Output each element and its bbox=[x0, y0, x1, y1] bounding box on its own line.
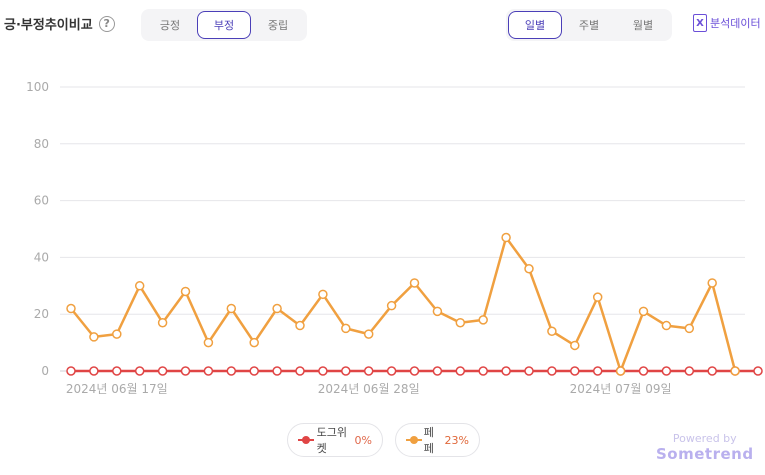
trend-line-chart: 0 20 40 60 80 100 2024년 06월 17일 2024년 06월 28일 20… bbox=[26, 80, 763, 396]
series-0-point-17[interactable] bbox=[455, 366, 466, 376]
export-data-label: 분석데이터 bbox=[710, 17, 761, 30]
excel-icon: X bbox=[693, 14, 707, 32]
series-0-point-10[interactable] bbox=[295, 366, 305, 376]
powered-by-text: Powered by bbox=[672, 432, 737, 445]
series-1-point-18[interactable] bbox=[478, 315, 488, 325]
series-1-point-2[interactable] bbox=[112, 329, 122, 339]
series-1-point-25[interactable] bbox=[638, 306, 649, 317]
series-0-point-28[interactable] bbox=[707, 366, 717, 376]
series-1-point-29[interactable] bbox=[730, 366, 740, 376]
series-1-point-16[interactable] bbox=[432, 306, 443, 317]
series-0-point-22[interactable] bbox=[570, 366, 580, 376]
chart-title: 긍·부정추이비교 ? bbox=[4, 14, 115, 33]
legend-label-pepe: 페페 bbox=[423, 426, 434, 455]
series-0-point-16[interactable] bbox=[432, 366, 443, 376]
y-tick-label-40: 40 bbox=[34, 250, 49, 264]
legend-marker-dogwicket bbox=[298, 435, 314, 445]
y-tick-label-60: 60 bbox=[34, 194, 49, 208]
series-0-point-7[interactable] bbox=[226, 366, 237, 376]
series-0-point-8[interactable] bbox=[249, 366, 259, 376]
series-1-point-0[interactable] bbox=[66, 303, 76, 314]
series-0-point-20[interactable] bbox=[524, 366, 534, 376]
series-1-point-14[interactable] bbox=[386, 300, 397, 311]
series-1-point-19[interactable] bbox=[501, 232, 511, 243]
tab-neutral[interactable]: 중립 bbox=[251, 11, 305, 39]
series-0-point-4[interactable] bbox=[157, 366, 168, 376]
series-0-point-15[interactable] bbox=[409, 366, 420, 376]
legend-item-pepe[interactable]: 페페 23% bbox=[395, 423, 480, 457]
series-0-point-5[interactable] bbox=[180, 366, 191, 376]
sometrend-logo: Sometrend bbox=[656, 445, 754, 463]
series-0-point-19[interactable] bbox=[501, 366, 511, 376]
series-0-point-30[interactable] bbox=[753, 366, 763, 376]
export-data-button[interactable]: X 분석데이터 bbox=[693, 14, 761, 32]
series-1-point-24[interactable] bbox=[615, 366, 626, 376]
series-1-point-6[interactable] bbox=[203, 337, 214, 348]
series-1-point-3[interactable] bbox=[134, 281, 145, 291]
series-0-point-12[interactable] bbox=[341, 366, 351, 376]
chart-title-text: 긍·부정추이비교 bbox=[4, 18, 93, 33]
powered-by-logo: Powered by Sometrend bbox=[656, 432, 754, 463]
series-1-point-4[interactable] bbox=[157, 317, 168, 328]
y-tick-label-0: 0 bbox=[41, 364, 49, 378]
series-1-point-17[interactable] bbox=[455, 317, 466, 328]
series-0-point-25[interactable] bbox=[638, 366, 649, 376]
sentiment-tab-group: 긍정 부정 중립 bbox=[141, 9, 307, 41]
series-1-point-22[interactable] bbox=[570, 340, 580, 351]
period-tab-group: 일별 주별 월별 bbox=[506, 9, 672, 41]
series-1-point-13[interactable] bbox=[363, 329, 374, 339]
y-tick-label-20: 20 bbox=[34, 307, 49, 321]
tab-daily[interactable]: 일별 bbox=[508, 11, 562, 39]
x-tick-label-1: 2024년 06월 28일 bbox=[318, 382, 420, 396]
series-0-point-3[interactable] bbox=[134, 366, 145, 376]
series-0-point-18[interactable] bbox=[478, 366, 488, 376]
legend-marker-pepe bbox=[406, 435, 422, 445]
legend-item-dogwicket[interactable]: 도그위켓 0% bbox=[287, 423, 383, 457]
series-0-point-1[interactable] bbox=[89, 366, 99, 376]
series-1-point-23[interactable] bbox=[592, 292, 603, 302]
legend-label-dogwicket: 도그위켓 bbox=[316, 426, 347, 455]
series-0-point-11[interactable] bbox=[318, 366, 328, 376]
series-1-point-9[interactable] bbox=[272, 303, 282, 314]
series-1-point-8[interactable] bbox=[249, 337, 259, 348]
series-0-point-21[interactable] bbox=[547, 366, 557, 376]
series-1-point-28[interactable] bbox=[707, 278, 717, 288]
series-0-point-2[interactable] bbox=[112, 366, 122, 376]
series-1-point-11[interactable] bbox=[318, 289, 328, 300]
y-tick-label-100: 100 bbox=[26, 80, 49, 94]
series-1-point-20[interactable] bbox=[524, 264, 534, 274]
tab-weekly[interactable]: 주별 bbox=[562, 11, 616, 39]
series-0-point-13[interactable] bbox=[363, 366, 374, 376]
series-0-point-9[interactable] bbox=[272, 366, 282, 376]
series-1-point-5[interactable] bbox=[180, 286, 191, 297]
series-1-point-26[interactable] bbox=[661, 320, 672, 331]
tab-monthly[interactable]: 월별 bbox=[616, 11, 670, 39]
x-tick-label-2: 2024년 07월 09일 bbox=[570, 382, 672, 396]
x-tick-label-0: 2024년 06월 17일 bbox=[66, 382, 168, 396]
tab-positive[interactable]: 긍정 bbox=[143, 11, 197, 39]
series-1-point-21[interactable] bbox=[547, 326, 557, 336]
legend-pct-dogwicket: 0% bbox=[354, 433, 372, 447]
series-0-point-14[interactable] bbox=[386, 366, 397, 376]
help-icon[interactable]: ? bbox=[98, 15, 115, 32]
series-1-point-12[interactable] bbox=[341, 323, 351, 334]
y-tick-label-80: 80 bbox=[34, 137, 49, 151]
series-0-point-26[interactable] bbox=[661, 366, 672, 376]
legend-pct-pepe: 23% bbox=[444, 433, 469, 447]
tab-negative[interactable]: 부정 bbox=[197, 11, 251, 39]
series-0-point-0[interactable] bbox=[66, 366, 76, 376]
series-1-point-27[interactable] bbox=[684, 323, 695, 334]
series-0-point-6[interactable] bbox=[203, 366, 214, 376]
series-1-point-10[interactable] bbox=[295, 320, 305, 331]
series-1-point-1[interactable] bbox=[89, 332, 99, 342]
series-1-point-7[interactable] bbox=[226, 303, 237, 314]
series-1-point-15[interactable] bbox=[409, 278, 420, 288]
series-0-point-23[interactable] bbox=[592, 366, 603, 376]
series-0-point-27[interactable] bbox=[684, 366, 695, 376]
